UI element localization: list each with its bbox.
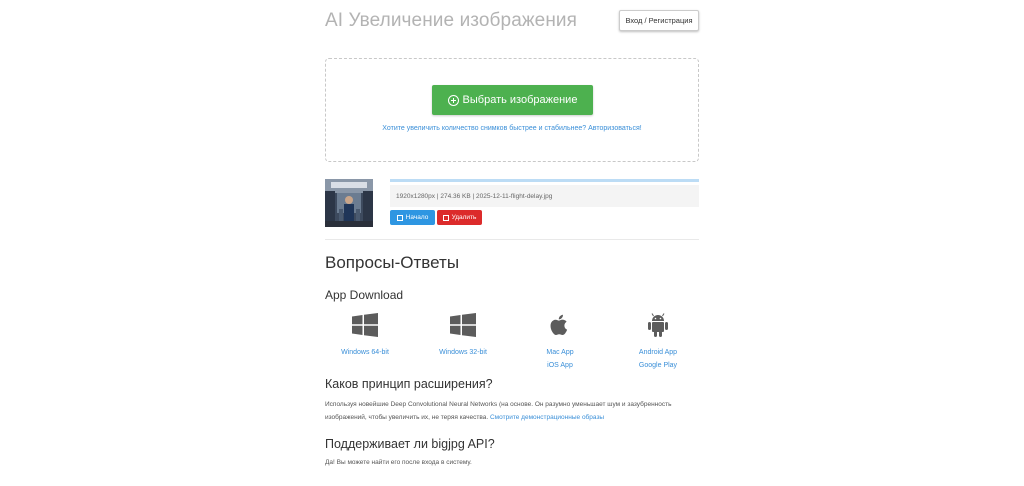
choose-image-label: Выбрать изображение (462, 94, 578, 106)
faq-title: Вопросы-Ответы (325, 253, 460, 272)
windows-32-link[interactable]: Windows 32-bit (418, 346, 508, 359)
trash-icon (442, 214, 449, 221)
choose-image-button[interactable]: Выбрать изображение (432, 85, 593, 115)
apple-icon (550, 314, 568, 336)
login-hint-link[interactable]: Хотите увеличить количество снимков быст… (326, 125, 698, 132)
plus-circle-icon (447, 94, 459, 106)
upload-dropzone[interactable]: Выбрать изображение Хотите увеличить кол… (325, 58, 699, 162)
app-download-title: App Download (325, 288, 404, 302)
faq-q1-title: Каков принцип расширения? (325, 377, 493, 391)
android-app-link[interactable]: Android App (613, 346, 703, 359)
delete-button[interactable]: Удалить (437, 210, 482, 225)
file-info: 1920x1280px | 274.36 KB | 2025-12-11-fli… (390, 185, 699, 207)
app-android: Android App Google Play (613, 313, 703, 372)
mac-app-link[interactable]: Mac App (515, 346, 605, 359)
android-icon (648, 313, 668, 337)
faq-q2-text: Да! Вы можете найти его после входа в си… (325, 459, 472, 466)
windows-icon (352, 313, 378, 337)
app-windows-64: Windows 64-bit (320, 313, 410, 359)
start-button[interactable]: Начало (390, 210, 435, 225)
page-title: AI Увеличение изображения (325, 10, 578, 31)
app-windows-32: Windows 32-bit (418, 313, 508, 359)
demo-images-link[interactable]: Смотрите демонстрационные образы (490, 414, 604, 421)
app-apple: Mac App iOS App (515, 313, 605, 372)
windows-icon (450, 313, 476, 337)
windows-64-link[interactable]: Windows 64-bit (320, 346, 410, 359)
image-thumbnail (325, 179, 373, 227)
login-register-button[interactable]: Вход / Регистрация (619, 10, 699, 31)
upload-progress-bar (390, 179, 699, 182)
thumbnail-photo (325, 179, 373, 227)
faq-q1-text: Используя новейшие Deep Convolutional Ne… (325, 398, 697, 424)
edit-icon (396, 214, 403, 221)
google-play-link[interactable]: Google Play (613, 359, 703, 372)
start-label: Начало (405, 214, 429, 221)
ios-app-link[interactable]: iOS App (515, 359, 605, 372)
faq-q2-title: Поддерживает ли bigjpg API? (325, 437, 495, 451)
delete-label: Удалить (451, 214, 477, 221)
section-divider (325, 239, 699, 240)
